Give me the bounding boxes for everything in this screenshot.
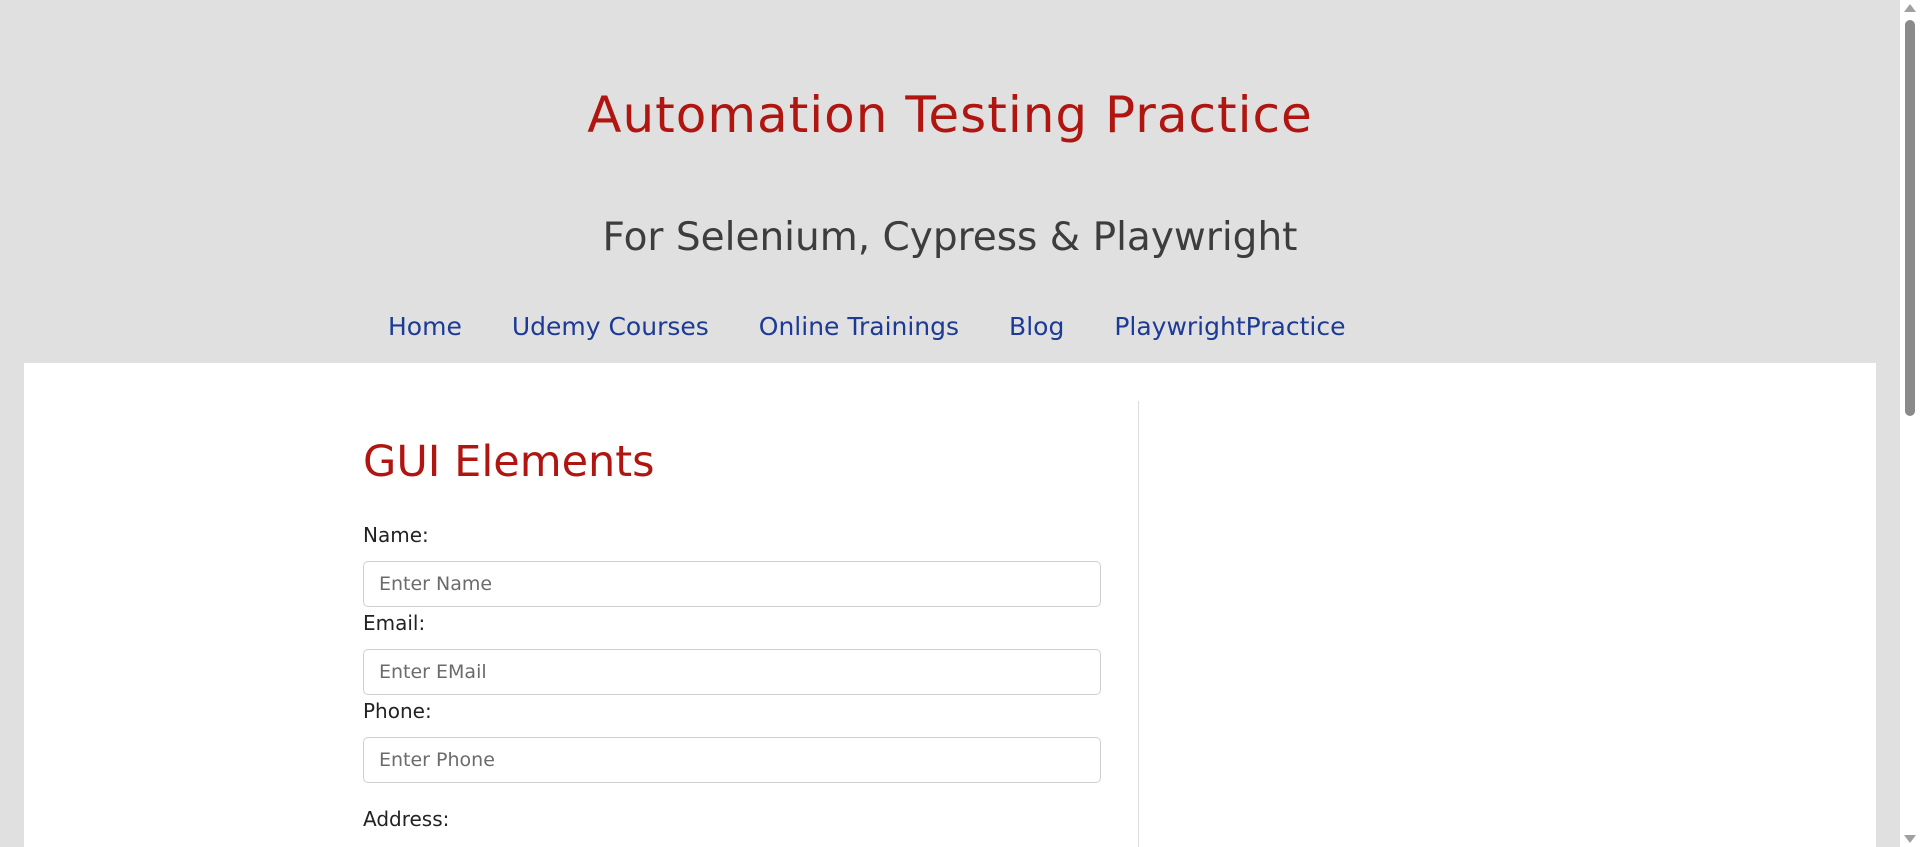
main-nav: Home Udemy Courses Online Trainings Blog… [388, 312, 1396, 341]
content-area: GUI Elements Name: Email: Phone: Address… [24, 363, 1876, 847]
scroll-down-arrow-icon[interactable] [1904, 835, 1916, 843]
email-input[interactable] [363, 649, 1101, 695]
column-divider [1138, 401, 1139, 847]
address-label: Address: [363, 807, 450, 831]
section-title: GUI Elements [363, 437, 655, 487]
site-subtitle: For Selenium, Cypress & Playwright [602, 215, 1298, 260]
nav-link-udemy-courses[interactable]: Udemy Courses [512, 312, 709, 341]
vertical-scrollbar[interactable] [1900, 0, 1920, 847]
nav-link-online-trainings[interactable]: Online Trainings [759, 312, 959, 341]
scroll-up-arrow-icon[interactable] [1904, 4, 1916, 12]
phone-label: Phone: [363, 699, 432, 723]
email-label: Email: [363, 611, 426, 635]
page: Automation Testing Practice For Selenium… [0, 0, 1920, 847]
nav-link-blog[interactable]: Blog [1009, 312, 1064, 341]
name-label: Name: [363, 523, 429, 547]
phone-input[interactable] [363, 737, 1101, 783]
site-title: Automation Testing Practice [587, 86, 1313, 144]
nav-link-playwright-practice[interactable]: PlaywrightPractice [1114, 312, 1345, 341]
scroll-thumb[interactable] [1905, 20, 1915, 416]
nav-link-home[interactable]: Home [388, 312, 462, 341]
name-input[interactable] [363, 561, 1101, 607]
